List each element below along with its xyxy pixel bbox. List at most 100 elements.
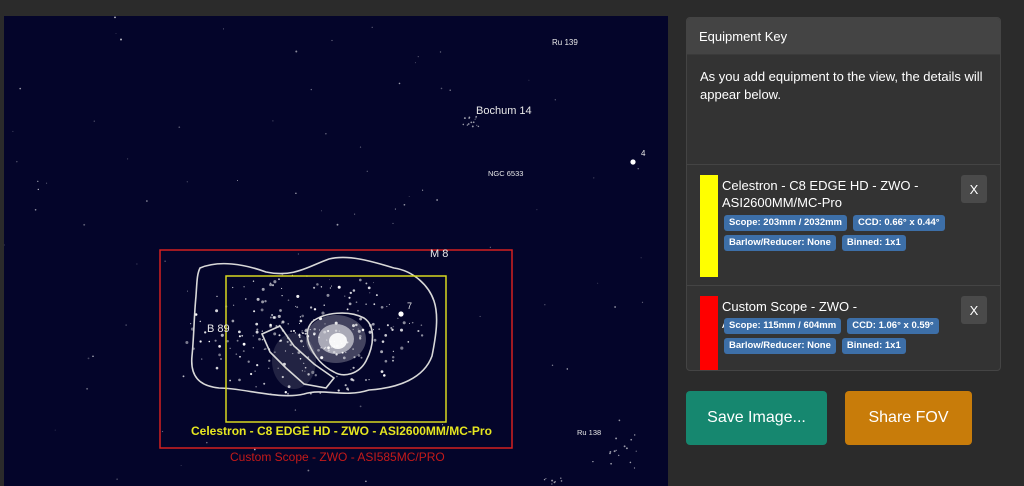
star-dot	[264, 300, 267, 303]
star-dot	[297, 253, 299, 255]
star-dot	[371, 322, 375, 326]
star-dot	[299, 319, 303, 323]
star-dot	[164, 260, 166, 263]
star-dot	[408, 196, 410, 198]
star-dot	[255, 330, 259, 334]
star-dot	[623, 445, 626, 448]
star-dot	[136, 263, 138, 265]
star-4-marker	[630, 159, 636, 165]
star-dot	[146, 200, 148, 202]
star-dot	[392, 325, 395, 328]
star-dot	[114, 16, 116, 19]
label-ru139: Ru 139	[552, 38, 578, 47]
star-dot	[399, 328, 404, 332]
star-dot	[597, 282, 599, 284]
star-dot	[223, 28, 224, 30]
save-image-button[interactable]: Save Image...	[686, 391, 827, 445]
star-dot	[87, 357, 90, 360]
star-dot	[420, 334, 424, 337]
remove-equipment-button[interactable]: X	[961, 296, 987, 324]
star-dot	[560, 477, 562, 479]
star-dot	[417, 329, 420, 333]
star-dot	[417, 55, 419, 58]
share-fov-button[interactable]: Share FOV	[845, 391, 972, 445]
star-dot	[206, 441, 208, 444]
star-dot	[255, 322, 259, 326]
star-dot	[37, 180, 39, 182]
star-dot	[609, 452, 611, 455]
star-dot	[271, 314, 274, 316]
star-dot	[263, 382, 266, 385]
star-dot	[615, 449, 617, 452]
star-dot	[273, 332, 277, 336]
star-dot	[252, 347, 254, 349]
star-dot	[271, 284, 275, 287]
star-dot	[199, 320, 202, 323]
star-dot	[252, 335, 254, 337]
star-dot	[466, 124, 469, 126]
star-dot	[641, 301, 644, 303]
tag-binned: Binned: 1x1	[841, 338, 906, 354]
star-dot	[19, 87, 22, 90]
tag-ccd: CCD: 1.06° x 0.59°	[847, 318, 939, 334]
sky-chart[interactable]: Ru 139 Bochum 14 NGC 6533 4 M 8 B 89 7 R…	[4, 16, 668, 486]
star-dot	[592, 460, 594, 463]
star-dot	[261, 287, 265, 291]
star-dot	[242, 350, 245, 353]
star-dot	[640, 257, 642, 259]
star-dot	[298, 322, 301, 324]
star-dot	[238, 378, 241, 382]
star-dot	[218, 345, 221, 348]
fov-caption-red: Custom Scope - ZWO - ASI585MC/PRO	[230, 450, 445, 464]
star-dot	[392, 350, 395, 353]
star-dot	[355, 301, 358, 304]
star-dot	[281, 294, 283, 297]
star-dot	[331, 39, 333, 42]
star-dot	[560, 480, 563, 482]
star-dot	[378, 328, 381, 331]
star-dot	[304, 332, 307, 335]
star-dot	[249, 372, 253, 376]
star-dot	[366, 170, 368, 172]
star-dot	[125, 324, 127, 326]
star-dot	[281, 322, 283, 324]
star-dot	[238, 335, 241, 338]
star-dot	[392, 222, 394, 224]
star-dot	[294, 305, 297, 307]
star-dot	[462, 123, 465, 126]
star-dot	[554, 99, 556, 101]
equipment-key-panel: Equipment Key As you add equipment to th…	[686, 17, 1001, 371]
star-dot	[292, 329, 296, 332]
star-dot	[92, 355, 94, 358]
star-dot	[237, 180, 238, 181]
star-dot	[273, 316, 277, 319]
star-dot	[46, 182, 48, 184]
star-dot	[463, 117, 466, 120]
star-dot	[243, 286, 245, 288]
star-dot	[239, 355, 241, 358]
label-b89: B 89	[207, 323, 230, 335]
star-dot	[411, 321, 414, 324]
star-dot	[369, 292, 371, 294]
star-dot	[397, 317, 399, 319]
star-dot	[242, 342, 246, 346]
sky-chart-canvas[interactable]	[4, 16, 668, 486]
star-dot	[236, 339, 239, 342]
star-dot	[554, 480, 556, 482]
star-dot	[215, 309, 219, 313]
star-dot	[264, 347, 267, 351]
star-dot	[436, 199, 438, 201]
star-dot	[256, 297, 260, 301]
star-dot	[277, 314, 281, 318]
star-dot	[215, 366, 219, 370]
equipment-item: Celestron - C8 EDGE HD - ZWO - ASI2600MM…	[687, 165, 1000, 286]
star-dot	[186, 181, 188, 183]
star-dot	[634, 434, 636, 436]
star-dot	[295, 192, 297, 195]
nebula-glow	[272, 315, 366, 389]
star-dot	[348, 296, 351, 299]
star-dot	[269, 283, 273, 287]
star-dot	[414, 62, 416, 64]
remove-equipment-button[interactable]: X	[961, 175, 987, 203]
star-dot	[336, 375, 338, 378]
